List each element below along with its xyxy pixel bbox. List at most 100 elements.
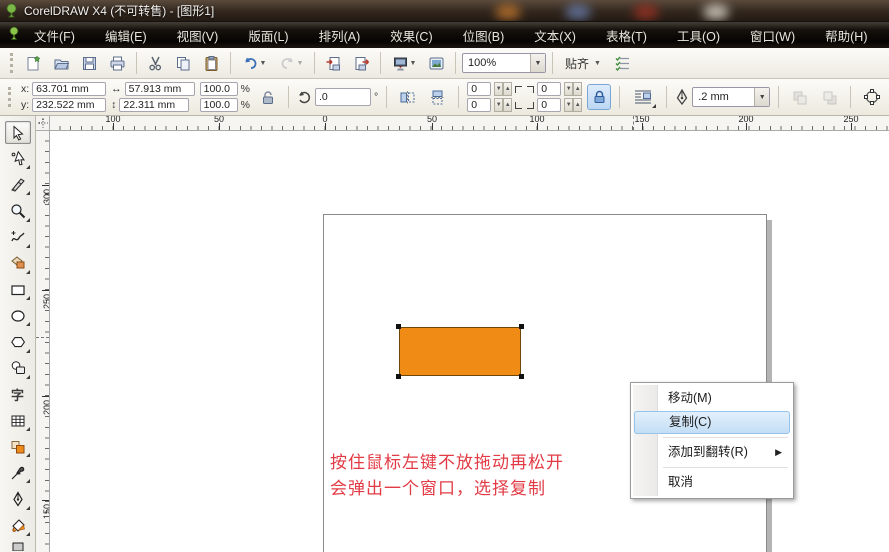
corner-radius-tl-field[interactable]: 0 xyxy=(467,82,491,96)
cursor-position-marker xyxy=(633,116,634,130)
interactive-fill-tool[interactable] xyxy=(5,540,31,552)
menu-view[interactable]: 视图(V) xyxy=(177,26,219,45)
y-position-field[interactable]: 232.522 mm xyxy=(32,98,106,112)
corner-tr-spinner[interactable]: ▼▲ xyxy=(564,82,582,96)
launcher-dropdown-arrow[interactable]: ▼ xyxy=(410,60,417,67)
text-wrap-button[interactable] xyxy=(628,85,658,110)
to-front-of-layer-button[interactable] xyxy=(787,85,812,110)
annotation-line-2: 会弹出一个窗口，选择复制 xyxy=(330,476,564,502)
menu-edit[interactable]: 编辑(E) xyxy=(105,26,147,45)
flyout-indicator xyxy=(26,375,30,379)
x-position-field[interactable]: 63.701 mm xyxy=(32,82,106,96)
corner-radius-tr-field[interactable]: 0 xyxy=(537,82,561,96)
context-menu-item-move[interactable]: 移动(M) xyxy=(634,387,790,410)
menu-window[interactable]: 窗口(W) xyxy=(750,26,795,45)
menu-file[interactable]: 文件(F) xyxy=(34,26,75,45)
rotation-icon xyxy=(297,90,312,105)
eyedropper-tool[interactable] xyxy=(5,461,31,484)
new-document-button[interactable] xyxy=(21,51,46,76)
selection-handle-br[interactable] xyxy=(519,374,524,379)
scale-lock-button[interactable] xyxy=(255,85,280,110)
fill-tool[interactable] xyxy=(5,514,31,537)
options-button[interactable] xyxy=(610,51,635,76)
text-tool[interactable]: 字 xyxy=(5,383,31,406)
rotation-angle-field[interactable]: .0 xyxy=(315,88,371,106)
vertical-ruler[interactable] xyxy=(36,131,50,552)
open-button[interactable] xyxy=(49,51,74,76)
toolbar-grip[interactable] xyxy=(10,53,14,73)
selected-rectangle[interactable] xyxy=(399,327,521,376)
welcome-screen-button[interactable] xyxy=(424,51,449,76)
paste-button[interactable] xyxy=(199,51,224,76)
polygon-tool[interactable] xyxy=(5,331,31,354)
object-height-field[interactable]: 22.311 mm xyxy=(119,98,189,112)
flyout-indicator xyxy=(26,270,30,274)
print-button[interactable] xyxy=(105,51,130,76)
zoom-dropdown-arrow[interactable]: ▼ xyxy=(530,54,545,72)
shape-tool[interactable] xyxy=(5,147,31,170)
corner-radius-bl-field[interactable]: 0 xyxy=(467,98,491,112)
menu-effects[interactable]: 效果(C) xyxy=(390,26,432,45)
copy-button[interactable] xyxy=(171,51,196,76)
menu-table[interactable]: 表格(T) xyxy=(606,26,647,45)
corner-bl-spinner[interactable]: ▼▲ xyxy=(494,98,512,112)
horizontal-ruler[interactable] xyxy=(50,116,889,131)
context-menu-item-copy[interactable]: 复制(C) xyxy=(634,411,790,434)
selection-handle-tr[interactable] xyxy=(519,324,524,329)
menu-bitmaps[interactable]: 位图(B) xyxy=(463,26,505,45)
crop-tool[interactable] xyxy=(5,173,31,196)
smart-fill-tool[interactable] xyxy=(5,252,31,275)
outline-pen-tool[interactable] xyxy=(5,488,31,511)
property-bar: x: 63.701 mm y: 232.522 mm ↔ 57.913 mm ↕… xyxy=(0,79,889,116)
blend-tool[interactable] xyxy=(5,435,31,458)
menu-layout[interactable]: 版面(L) xyxy=(248,26,288,45)
redo-dropdown-arrow[interactable]: ▼ xyxy=(297,60,304,67)
zoom-level-combobox[interactable]: 100% ▼ xyxy=(462,53,546,73)
menu-tools[interactable]: 工具(O) xyxy=(677,26,720,45)
object-width-field[interactable]: 57.913 mm xyxy=(125,82,195,96)
corner-radius-br-field[interactable]: 0 xyxy=(537,98,561,112)
freehand-tool[interactable] xyxy=(5,226,31,249)
snap-to-button[interactable]: 贴齐 ▼ xyxy=(559,51,607,76)
menu-help[interactable]: 帮助(H) xyxy=(825,26,867,45)
context-menu-separator xyxy=(663,437,788,438)
context-menu-item-cancel[interactable]: 取消 xyxy=(634,471,790,494)
pick-tool[interactable] xyxy=(5,121,31,144)
scale-vertical-field[interactable]: 100.0 xyxy=(200,98,238,112)
to-back-of-layer-button[interactable] xyxy=(817,85,842,110)
menu-arrange[interactable]: 排列(A) xyxy=(319,26,361,45)
save-button[interactable] xyxy=(77,51,102,76)
outline-width-combobox[interactable]: .2 mm ▼ xyxy=(692,87,770,107)
undo-button[interactable]: ▼ xyxy=(237,51,271,76)
import-button[interactable] xyxy=(321,51,346,76)
undo-dropdown-arrow[interactable]: ▼ xyxy=(260,60,267,67)
menu-text[interactable]: 文本(X) xyxy=(534,26,576,45)
convert-to-curves-button[interactable] xyxy=(859,85,884,110)
mirror-vertical-button[interactable] xyxy=(425,85,450,110)
propbar-grip[interactable] xyxy=(8,87,12,107)
corner-br-spinner[interactable]: ▼▲ xyxy=(564,98,582,112)
content-area: 字 xyxy=(0,116,889,552)
basic-shapes-tool[interactable] xyxy=(5,357,31,380)
table-tool[interactable] xyxy=(5,409,31,432)
zoom-tool[interactable] xyxy=(5,200,31,223)
rectangle-tool[interactable] xyxy=(5,278,31,301)
cut-button[interactable] xyxy=(143,51,168,76)
export-button[interactable] xyxy=(349,51,374,76)
context-menu-item-label: 添加到翻转(R) xyxy=(668,445,748,459)
canvas[interactable]: 按住鼠标左键不放拖动再松开 会弹出一个窗口，选择复制 移动(M) 复制(C) 添… xyxy=(50,131,889,552)
application-launcher-button[interactable]: ▼ xyxy=(387,51,421,76)
redo-button[interactable]: ▼ xyxy=(274,51,308,76)
outline-width-dropdown-arrow[interactable]: ▼ xyxy=(754,88,769,106)
ellipse-tool[interactable] xyxy=(5,304,31,327)
mirror-horizontal-button[interactable] xyxy=(395,85,420,110)
snap-dropdown-arrow[interactable]: ▼ xyxy=(594,60,601,67)
selection-handle-tl[interactable] xyxy=(396,324,401,329)
context-menu-item-add-to-rollover[interactable]: 添加到翻转(R) ▶ xyxy=(634,441,790,464)
scale-horizontal-field[interactable]: 100.0 xyxy=(200,82,238,96)
corner-tl-spinner[interactable]: ▼▲ xyxy=(494,82,512,96)
round-corners-together-button[interactable] xyxy=(587,84,611,110)
propbar-separator xyxy=(778,86,779,108)
ruler-origin-button[interactable] xyxy=(36,116,50,131)
selection-handle-bl[interactable] xyxy=(396,374,401,379)
